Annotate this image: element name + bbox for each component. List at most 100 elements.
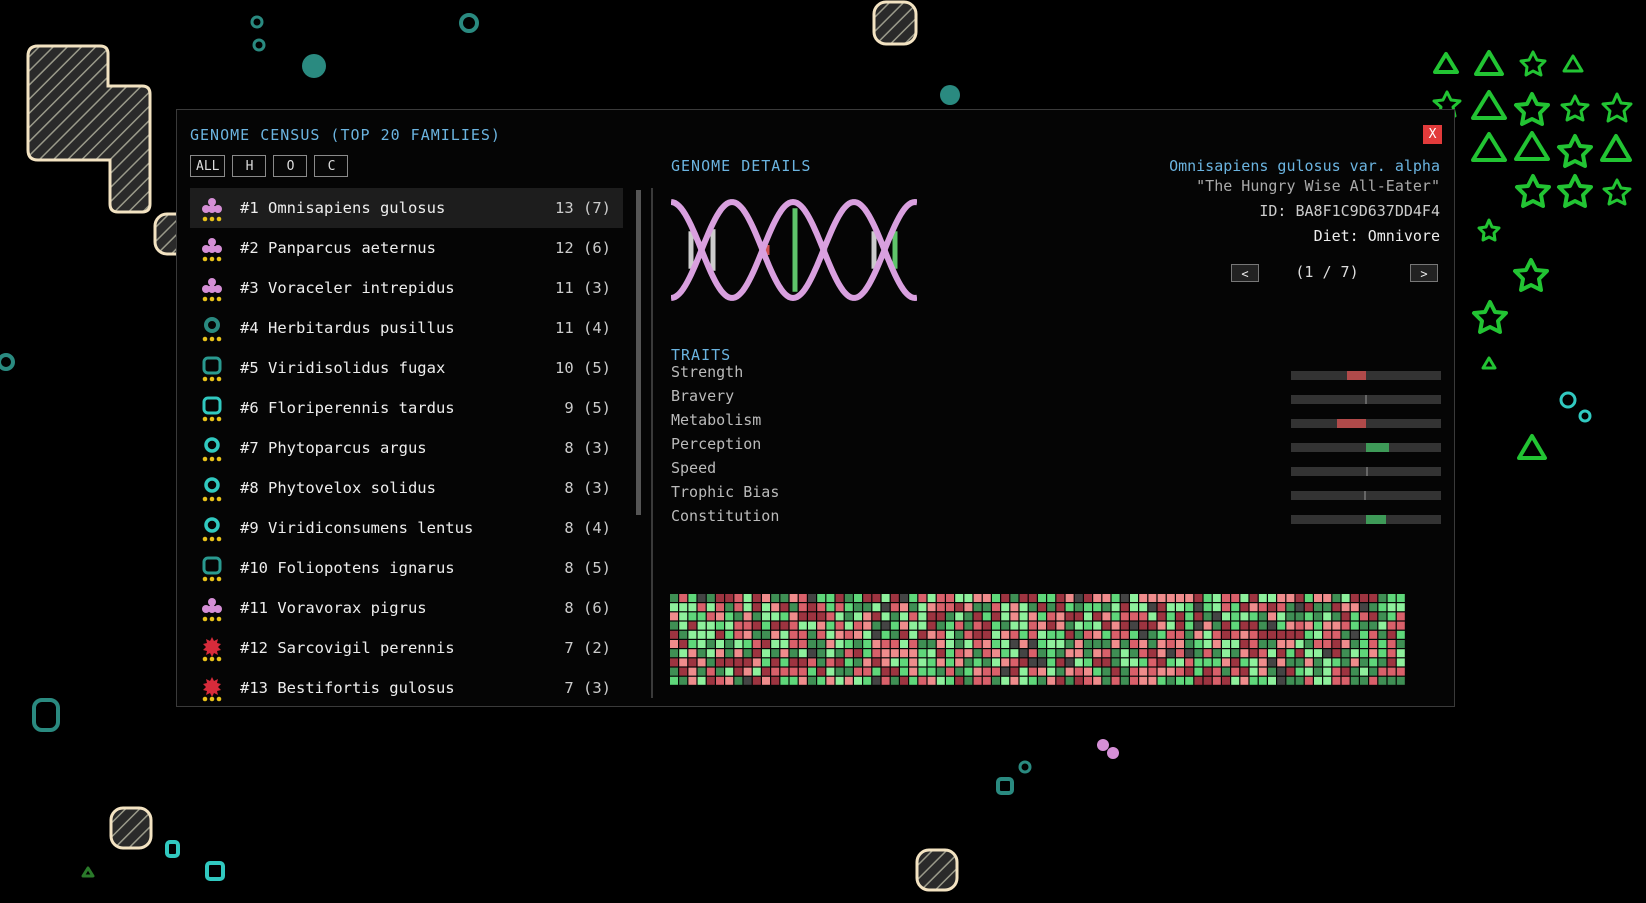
filter-herbivore-button[interactable]: H (232, 155, 267, 177)
family-row[interactable]: #9 Viridiconsumens lentus 8 (4) (190, 508, 623, 548)
gene-cell (688, 667, 697, 676)
family-row[interactable]: #7 Phytoparcus argus 8 (3) (190, 428, 623, 468)
gene-cell (1203, 676, 1212, 685)
gene-cell (1019, 676, 1028, 685)
family-row[interactable]: #1 Omnisapiens gulosus 13 (7) (190, 188, 623, 228)
family-row[interactable]: #12 Sarcovigil perennis 7 (2) (190, 628, 623, 668)
gene-cell (706, 621, 715, 630)
gene-cell (1185, 621, 1194, 630)
gene-cell (706, 594, 715, 602)
gene-cell (1047, 621, 1056, 630)
gene-cell (1350, 640, 1359, 648)
gene-cell (1028, 594, 1037, 602)
gene-cell (1001, 640, 1010, 648)
gene-cell (1093, 594, 1102, 602)
family-row[interactable]: #8 Phytovelox solidus 8 (3) (190, 468, 623, 508)
gene-cell (1222, 658, 1230, 667)
gene-cell (1139, 594, 1148, 602)
gene-cell (1194, 612, 1203, 621)
gene-cell (1231, 640, 1240, 648)
gene-cell (1277, 612, 1286, 621)
gene-cell (725, 612, 734, 621)
gene-cell (808, 667, 816, 676)
gene-cell (789, 676, 798, 685)
prev-variant-button[interactable]: < (1231, 264, 1259, 282)
gene-cell (909, 676, 918, 685)
gene-cell (1185, 640, 1194, 648)
gene-cell (1268, 594, 1276, 602)
gene-cell (688, 676, 697, 685)
gene-cell (789, 612, 798, 621)
family-row[interactable]: #3 Voraceler intrepidus 11 (3) (190, 268, 623, 308)
gene-cell (1258, 658, 1267, 667)
gene-cell (1369, 658, 1378, 667)
gene-cell (881, 676, 890, 685)
gene-cell (752, 594, 761, 602)
gene-cell (1157, 621, 1166, 630)
gene-cell (863, 594, 872, 602)
gene-cell (697, 612, 706, 621)
carnivore-spike-icon (202, 637, 222, 662)
trait-row: Perception (671, 435, 1441, 457)
gene-cell (844, 621, 853, 630)
gene-cell (900, 649, 908, 658)
gene-cell (872, 667, 881, 676)
gene-cell (854, 603, 862, 612)
gene-cell (1065, 667, 1074, 676)
gene-cell (1001, 667, 1010, 676)
gene-cell (1102, 658, 1111, 667)
gene-cell (936, 594, 945, 602)
next-variant-button[interactable]: > (1410, 264, 1438, 282)
family-row[interactable]: #13 Bestifortis gulosus 7 (3) (190, 668, 623, 702)
gene-cell (1111, 612, 1120, 621)
list-scrollbar[interactable] (636, 190, 641, 515)
gene-cell (992, 603, 1000, 612)
gene-cell (955, 594, 964, 602)
gene-cell (918, 649, 927, 658)
filter-omnivore-button[interactable]: O (273, 155, 308, 177)
close-button[interactable]: X (1423, 125, 1442, 144)
gene-cell (1396, 640, 1405, 648)
gene-cell (1120, 621, 1129, 630)
gene-cell (1157, 640, 1166, 648)
gene-cell (1148, 676, 1157, 685)
gene-cell (716, 676, 724, 685)
gene-cell (706, 649, 715, 658)
gene-cell (826, 612, 835, 621)
trait-row: Trophic Bias (671, 483, 1441, 505)
family-row[interactable]: #6 Floriperennis tardus 9 (5) (190, 388, 623, 428)
gene-cell (697, 667, 706, 676)
gene-cell (1341, 649, 1350, 658)
gene-cell (670, 640, 678, 648)
gene-cell (1139, 649, 1148, 658)
gene-cell (863, 603, 872, 612)
gene-cell (1157, 612, 1166, 621)
gene-cell (1350, 612, 1359, 621)
family-row[interactable]: #4 Herbitardus pusillus 11 (4) (190, 308, 623, 348)
gene-cell (697, 640, 706, 648)
gene-cell (946, 676, 954, 685)
gene-cell (1093, 649, 1102, 658)
filter-carnivore-button[interactable]: C (314, 155, 349, 177)
gene-cell (927, 640, 936, 648)
gene-cell (1268, 667, 1276, 676)
gene-cell (697, 603, 706, 612)
family-name: #11 Voravorax pigrus (240, 599, 427, 617)
gene-cell (725, 640, 734, 648)
gene-cell (1176, 621, 1184, 630)
family-row[interactable]: #2 Panparcus aeternus 12 (6) (190, 228, 623, 268)
gene-cell (1203, 594, 1212, 602)
gene-cell (1332, 649, 1341, 658)
family-count: 10 (5) (555, 359, 611, 377)
family-row[interactable]: #10 Foliopotens ignarus 8 (5) (190, 548, 623, 588)
gene-cell (817, 612, 826, 621)
gene-cell (872, 594, 881, 602)
family-row[interactable]: #5 Viridisolidus fugax 10 (5) (190, 348, 623, 388)
gene-cell (955, 603, 964, 612)
family-row[interactable]: #11 Voravorax pigrus 8 (6) (190, 588, 623, 628)
gene-cell (1010, 612, 1019, 621)
filter-all-button[interactable]: ALL (190, 155, 226, 177)
gene-cell (1176, 630, 1184, 639)
gene-cell (1194, 649, 1203, 658)
gene-cell (1341, 630, 1350, 639)
